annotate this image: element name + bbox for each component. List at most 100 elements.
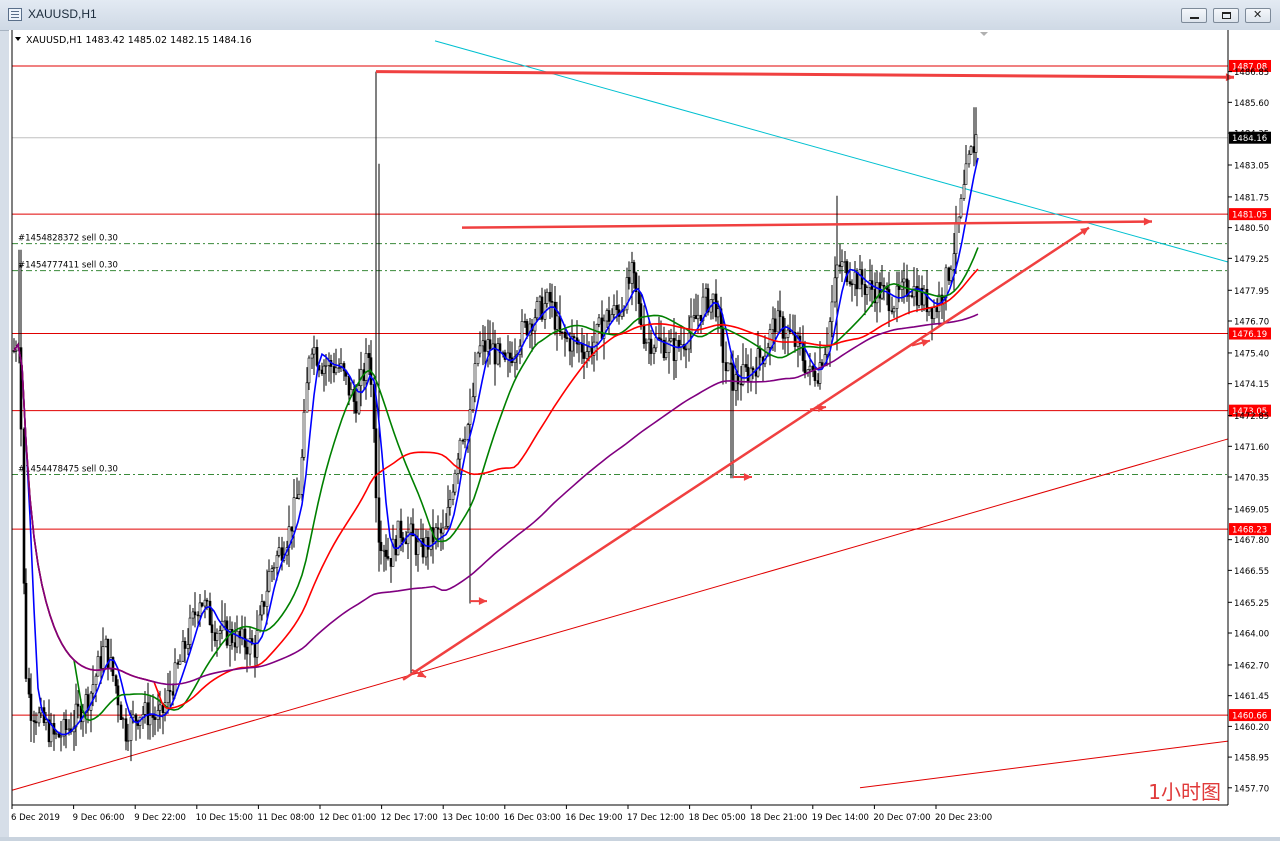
candle[interactable] <box>384 549 388 557</box>
candle[interactable] <box>525 321 529 336</box>
candle[interactable] <box>689 316 693 334</box>
candle[interactable] <box>560 331 564 334</box>
price-chart[interactable]: 1487.081481.051476.191473.051468.231460.… <box>9 30 1280 837</box>
minimize-button[interactable] <box>1181 8 1207 23</box>
candle[interactable] <box>322 365 326 374</box>
candle[interactable] <box>535 301 539 319</box>
maximize-button[interactable] <box>1213 8 1239 23</box>
candle[interactable] <box>67 728 71 731</box>
candle[interactable] <box>932 307 936 319</box>
candle[interactable] <box>334 367 338 374</box>
candle[interactable] <box>954 222 958 254</box>
candle[interactable] <box>669 338 673 342</box>
close-button[interactable] <box>1245 8 1271 23</box>
candle[interactable] <box>173 662 177 696</box>
candle[interactable] <box>448 499 452 508</box>
candle[interactable] <box>585 351 589 359</box>
candle[interactable] <box>307 357 311 384</box>
candle[interactable] <box>426 537 430 550</box>
candle[interactable] <box>168 690 172 692</box>
candle[interactable] <box>22 428 26 584</box>
candle[interactable] <box>463 439 467 442</box>
candle[interactable] <box>833 277 837 303</box>
candle[interactable] <box>29 693 33 721</box>
candle[interactable] <box>545 291 549 304</box>
candle[interactable] <box>193 611 197 616</box>
candle[interactable] <box>188 617 192 645</box>
candle[interactable] <box>508 352 512 359</box>
candle[interactable] <box>302 411 306 458</box>
candle[interactable] <box>548 291 552 302</box>
candle[interactable] <box>607 310 611 322</box>
candle[interactable] <box>292 497 296 532</box>
candle[interactable] <box>471 396 475 410</box>
candle[interactable] <box>453 473 457 493</box>
candle[interactable] <box>396 520 400 556</box>
candle[interactable] <box>310 353 314 359</box>
candle[interactable] <box>726 362 730 372</box>
candle[interactable] <box>14 349 18 352</box>
candle[interactable] <box>813 370 817 381</box>
candle[interactable] <box>451 491 455 500</box>
candle[interactable] <box>267 571 271 592</box>
candle[interactable] <box>265 590 269 607</box>
candle[interactable] <box>476 352 480 364</box>
candle[interactable] <box>183 641 187 649</box>
candle[interactable] <box>213 632 217 641</box>
candle[interactable] <box>245 646 249 655</box>
candle[interactable] <box>493 343 497 365</box>
candle[interactable] <box>270 568 274 572</box>
candle[interactable] <box>897 285 901 290</box>
candle[interactable] <box>210 624 214 633</box>
candle[interactable] <box>223 620 227 623</box>
candle[interactable] <box>865 287 869 295</box>
candle[interactable] <box>27 678 31 695</box>
candle[interactable] <box>974 134 978 153</box>
candle[interactable] <box>820 362 824 366</box>
candle[interactable] <box>957 216 961 223</box>
candle[interactable] <box>642 324 646 344</box>
candle[interactable] <box>91 684 95 694</box>
candle[interactable] <box>949 269 953 281</box>
candle[interactable] <box>148 715 152 726</box>
candle[interactable] <box>944 267 948 299</box>
candle[interactable] <box>181 641 185 662</box>
candle[interactable] <box>171 691 175 696</box>
candle[interactable] <box>377 497 381 543</box>
candle[interactable] <box>124 718 128 742</box>
candle[interactable] <box>468 409 472 425</box>
candle[interactable] <box>627 277 631 284</box>
candle[interactable] <box>595 324 599 343</box>
candle[interactable] <box>215 633 219 641</box>
candle[interactable] <box>667 340 671 354</box>
candle[interactable] <box>205 599 209 602</box>
candle[interactable] <box>555 315 559 330</box>
candle[interactable] <box>882 285 886 287</box>
candle[interactable] <box>416 541 420 555</box>
candle[interactable] <box>783 337 787 339</box>
candle[interactable] <box>716 308 720 318</box>
candle[interactable] <box>315 347 319 366</box>
candle[interactable] <box>674 339 678 361</box>
candle[interactable] <box>746 366 750 382</box>
candle[interactable] <box>818 362 822 384</box>
candle[interactable] <box>850 283 854 286</box>
candle[interactable] <box>367 353 371 358</box>
candle[interactable] <box>151 715 155 718</box>
candle[interactable] <box>830 301 834 322</box>
candle[interactable] <box>456 458 460 474</box>
candle[interactable] <box>520 321 524 347</box>
candle[interactable] <box>473 363 477 398</box>
candle[interactable] <box>74 703 78 728</box>
candle[interactable] <box>305 382 309 413</box>
candle[interactable] <box>580 343 584 353</box>
candle[interactable] <box>240 628 244 639</box>
candle[interactable] <box>176 662 180 665</box>
candle[interactable] <box>758 348 762 358</box>
candle[interactable] <box>203 599 207 607</box>
candle[interactable] <box>808 365 812 370</box>
candle[interactable] <box>446 507 450 527</box>
candle[interactable] <box>959 198 963 218</box>
candle[interactable] <box>964 163 968 185</box>
candle[interactable] <box>357 385 361 414</box>
